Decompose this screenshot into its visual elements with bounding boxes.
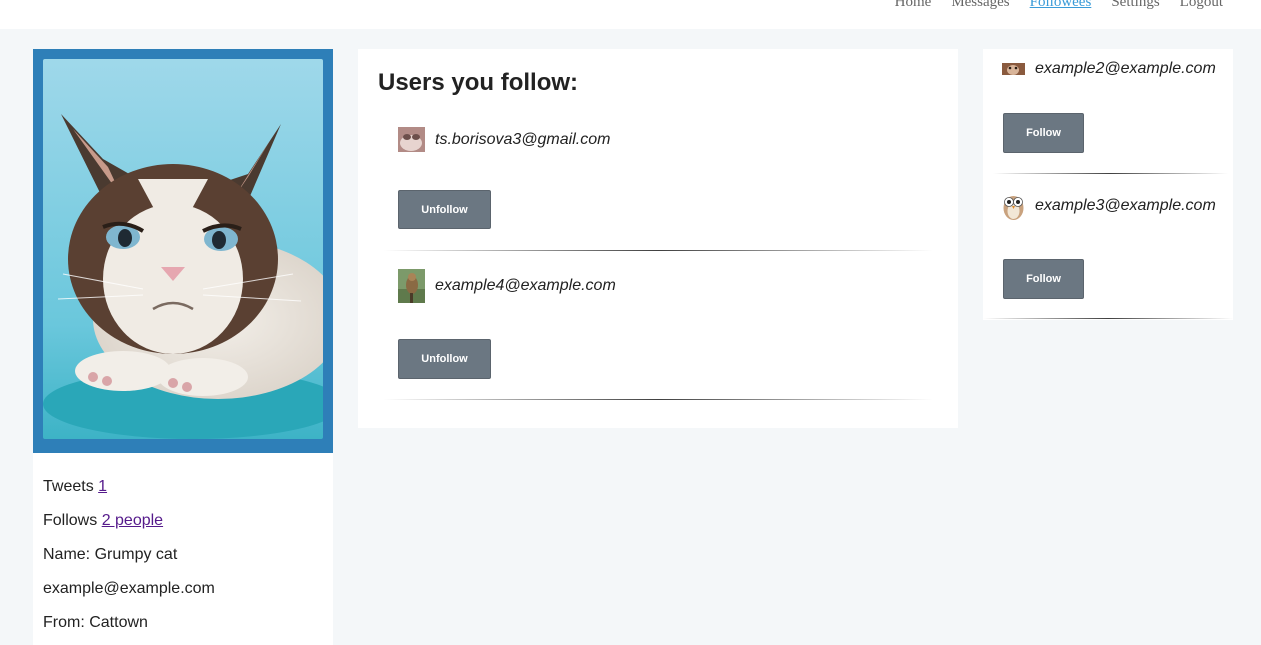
suggestion-item: example3@example.com Follow bbox=[983, 191, 1233, 320]
followee-item: ts.borisova3@gmail.com Unfollow bbox=[358, 127, 958, 277]
follow-button[interactable]: Follow bbox=[1003, 113, 1084, 153]
suggestion-row: example3@example.com bbox=[1002, 191, 1216, 221]
suggestion-row: example2@example.com bbox=[1002, 60, 1216, 78]
divider bbox=[383, 399, 933, 400]
suggestion-item: example2@example.com Follow bbox=[983, 60, 1233, 210]
follows-stat: Follows 2 people bbox=[43, 511, 323, 545]
main-nav: Home Messages Followees Settings Logout bbox=[895, 0, 1223, 11]
followee-email[interactable]: ts.borisova3@gmail.com bbox=[435, 131, 610, 149]
suggestion-email[interactable]: example2@example.com bbox=[1035, 60, 1216, 78]
profile-name: Name: Grumpy cat bbox=[43, 546, 178, 563]
nav-home-link[interactable]: Home bbox=[895, 0, 932, 11]
follow-button[interactable]: Follow bbox=[1003, 259, 1084, 299]
tweets-stat: Tweets 1 bbox=[43, 477, 323, 511]
followee-row: example4@example.com bbox=[398, 269, 616, 303]
owl-avatar-icon[interactable] bbox=[1002, 191, 1025, 221]
divider bbox=[383, 250, 933, 251]
tweets-count-link[interactable]: 1 bbox=[98, 478, 107, 495]
unfollow-button[interactable]: Unfollow bbox=[398, 190, 491, 229]
suggestion-email[interactable]: example3@example.com bbox=[1035, 197, 1216, 215]
followees-panel: Users you follow: ts.borisova3@gmail.com… bbox=[358, 49, 958, 428]
cat-avatar-icon[interactable] bbox=[398, 127, 425, 152]
unfollow-button[interactable]: Unfollow bbox=[398, 339, 491, 379]
suggestions-panel: example2@example.com Follow example3@exa… bbox=[983, 49, 1233, 320]
nav-logout-link[interactable]: Logout bbox=[1180, 0, 1223, 11]
profile-photo bbox=[43, 59, 323, 439]
follows-label: Follows bbox=[43, 512, 98, 529]
grumpy-cat-image bbox=[43, 59, 323, 439]
divider bbox=[983, 318, 1233, 319]
bird-avatar-icon[interactable] bbox=[398, 269, 425, 303]
followee-email[interactable]: example4@example.com bbox=[435, 277, 616, 295]
profile-email: example@example.com bbox=[43, 580, 215, 597]
profile-info: Tweets 1 Follows 2 people Name: Grumpy c… bbox=[33, 453, 333, 645]
nav-settings-link[interactable]: Settings bbox=[1111, 0, 1159, 11]
divider bbox=[993, 173, 1228, 174]
puppy-avatar-icon[interactable] bbox=[1002, 63, 1025, 75]
nav-messages-link[interactable]: Messages bbox=[951, 0, 1009, 11]
followee-row: ts.borisova3@gmail.com bbox=[398, 127, 610, 152]
followee-item: example4@example.com Unfollow bbox=[358, 269, 958, 419]
profile-location: From: Cattown bbox=[43, 614, 148, 631]
top-bar: Home Messages Followees Settings Logout bbox=[0, 0, 1261, 29]
profile-photo-frame bbox=[33, 49, 333, 453]
tweets-label: Tweets bbox=[43, 478, 94, 495]
nav-followees-link[interactable]: Followees bbox=[1030, 0, 1092, 11]
follows-link[interactable]: 2 people bbox=[102, 512, 163, 529]
page-title: Users you follow: bbox=[378, 69, 579, 96]
